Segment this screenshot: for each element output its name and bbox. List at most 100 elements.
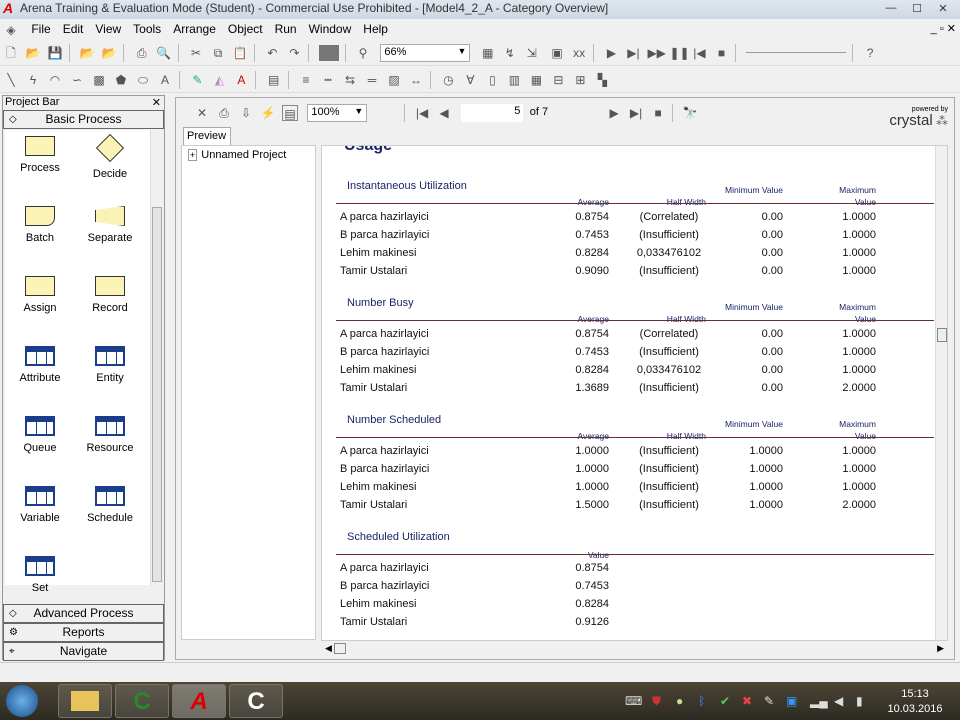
pause-icon[interactable]: ❚❚ xyxy=(669,45,689,61)
close-report-icon[interactable]: ✕ xyxy=(194,105,210,121)
page-input[interactable]: 5 xyxy=(461,104,524,122)
start-button[interactable] xyxy=(6,685,38,717)
keyboard-icon[interactable]: ⌨ xyxy=(625,694,642,708)
storage-icon[interactable]: ⊞ xyxy=(572,72,588,88)
variable-icon[interactable]: ∀ xyxy=(462,72,478,88)
module-attribute[interactable]: Attribute xyxy=(5,340,75,384)
menu-view[interactable]: View xyxy=(89,20,127,38)
menu-object[interactable]: Object xyxy=(222,20,269,38)
start-over-icon[interactable]: |◀ xyxy=(691,45,707,61)
module-record[interactable]: Record xyxy=(75,270,145,314)
search-icon[interactable]: 🔭 xyxy=(682,105,698,121)
redo-icon[interactable]: ↷ xyxy=(286,45,302,61)
flip-icon[interactable]: ↔ xyxy=(408,72,424,88)
report-hscrollbar[interactable]: ◀ ▶ xyxy=(321,641,948,657)
palette-scrollbar[interactable] xyxy=(150,130,163,585)
clock[interactable]: 15:13 10.03.2016 xyxy=(885,687,945,717)
color-swatch[interactable] xyxy=(318,45,339,61)
new-icon[interactable]: 🗋 xyxy=(3,45,19,61)
security-icon[interactable]: ⛊ xyxy=(652,694,661,709)
report-vscrollbar[interactable] xyxy=(935,146,947,640)
module-batch[interactable]: Batch xyxy=(5,200,75,244)
picture-icon[interactable]: ▣ xyxy=(549,45,565,61)
polygon-icon[interactable]: ⬟ xyxy=(113,72,129,88)
mdi-controls[interactable]: _ ▫ ✕ xyxy=(931,22,956,35)
line-style-icon[interactable]: ┅ xyxy=(320,72,336,88)
animate-icon[interactable]: ⇲ xyxy=(524,45,540,61)
close-icon[interactable]: ✕ xyxy=(152,96,164,109)
bluetooth-icon[interactable]: ᛒ xyxy=(698,694,705,708)
power-icon[interactable]: ▮ xyxy=(856,694,863,708)
next-page-icon[interactable]: ▶ xyxy=(606,105,622,121)
step-icon[interactable]: ▶| xyxy=(625,45,641,61)
minimize-button[interactable]: — xyxy=(880,2,902,16)
module-queue[interactable]: Queue xyxy=(5,410,75,454)
queue-icon[interactable]: ⊟ xyxy=(550,72,566,88)
parking-icon[interactable]: ▚ xyxy=(594,72,610,88)
zoom-select[interactable]: 66% ▼ xyxy=(380,44,471,62)
polyline-icon[interactable]: ϟ xyxy=(25,72,41,88)
menu-run[interactable]: Run xyxy=(269,20,303,38)
prev-page-icon[interactable]: ◀ xyxy=(436,105,452,121)
level-icon[interactable]: ▯ xyxy=(484,72,500,88)
menu-help[interactable]: Help xyxy=(357,20,394,38)
connect-icon[interactable]: ↯ xyxy=(502,45,518,61)
end-icon[interactable]: ■ xyxy=(713,45,729,61)
taskbar-app-c2[interactable]: C xyxy=(229,684,283,718)
module-separate[interactable]: Separate xyxy=(75,200,145,244)
copy-icon[interactable]: ⧉ xyxy=(210,45,226,61)
module-decide[interactable]: Decide xyxy=(75,130,145,180)
paste-icon[interactable]: 📋 xyxy=(232,45,248,61)
plot-icon[interactable]: ▦ xyxy=(528,72,544,88)
menu-file[interactable]: File xyxy=(25,20,56,38)
print-icon[interactable]: ⎙ xyxy=(134,45,150,61)
text-icon[interactable]: A xyxy=(157,72,173,88)
pen-icon[interactable]: ✎ xyxy=(764,694,774,708)
menu-edit[interactable]: Edit xyxy=(57,20,90,38)
zoom-icon[interactable]: ⚲ xyxy=(355,45,371,61)
submodel-icon[interactable]: xx xyxy=(571,45,587,61)
open-icon[interactable]: 📂 xyxy=(25,45,41,61)
fill-color-icon[interactable]: ◭ xyxy=(211,72,227,88)
print-icon[interactable]: ⎙ xyxy=(216,105,232,121)
menu-window[interactable]: Window xyxy=(303,20,358,38)
taskbar-arena[interactable]: A xyxy=(172,684,226,718)
bezier-icon[interactable]: ∽ xyxy=(69,72,85,88)
arc-icon[interactable]: ◠ xyxy=(47,72,63,88)
report-zoom-select[interactable]: 100% ▼ xyxy=(307,104,368,122)
volume-icon[interactable]: ◀ xyxy=(834,694,843,708)
line-icon[interactable]: ╲ xyxy=(3,72,19,88)
first-page-icon[interactable]: |◀ xyxy=(414,105,430,121)
ellipse-icon[interactable]: ⬭ xyxy=(135,72,151,88)
undo-icon[interactable]: ↶ xyxy=(264,45,280,61)
last-page-icon[interactable]: ▶| xyxy=(628,105,644,121)
module-schedule[interactable]: Schedule xyxy=(75,480,145,524)
fill-pattern-icon[interactable]: ▨ xyxy=(386,72,402,88)
panel-navigate[interactable]: ⌖ Navigate xyxy=(3,642,164,661)
save-icon[interactable]: 💾 xyxy=(47,45,63,61)
cut-icon[interactable]: ✂ xyxy=(188,45,204,61)
background-icon[interactable]: ▤ xyxy=(266,72,282,88)
close-button[interactable]: ✕ xyxy=(932,2,954,16)
detach-icon[interactable]: 📂 xyxy=(101,45,117,61)
stop-icon[interactable]: ■ xyxy=(650,105,666,121)
app-tray-icon[interactable]: ● xyxy=(676,694,683,708)
text-color-icon[interactable]: A xyxy=(233,72,249,88)
help-icon[interactable]: ? xyxy=(862,45,878,61)
module-set[interactable]: Set xyxy=(5,550,75,594)
module-process[interactable]: Process xyxy=(5,130,75,174)
box-icon[interactable]: ▩ xyxy=(91,72,107,88)
export-icon[interactable]: ⇩ xyxy=(238,105,254,121)
signal-icon[interactable]: ▂▄ xyxy=(810,694,828,708)
menu-tools[interactable]: Tools xyxy=(127,20,167,38)
go-icon[interactable]: ▶ xyxy=(603,45,619,61)
line-width-icon[interactable]: ≡ xyxy=(298,72,314,88)
update-icon[interactable]: ✔ xyxy=(720,694,730,708)
speed-slider[interactable] xyxy=(745,45,846,53)
panel-advanced-process[interactable]: ◇ Advanced Process xyxy=(3,604,164,623)
module-entity[interactable]: Entity xyxy=(75,340,145,384)
network-error-icon[interactable]: ✖ xyxy=(742,694,752,708)
line-pattern-icon[interactable]: ═ xyxy=(364,72,380,88)
clock-icon[interactable]: ◷ xyxy=(440,72,456,88)
menu-arrange[interactable]: Arrange xyxy=(167,20,222,38)
